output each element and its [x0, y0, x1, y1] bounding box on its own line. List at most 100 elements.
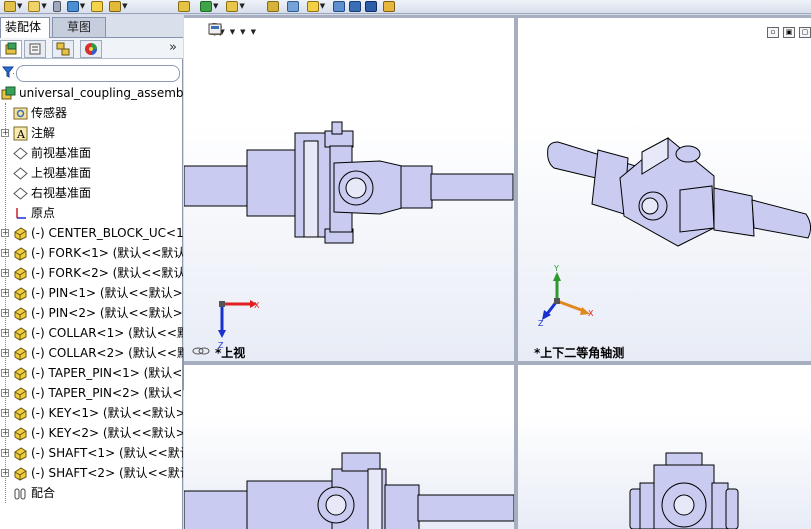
open-icon[interactable] [28, 0, 41, 12]
feature-manager-tab-icon[interactable] [0, 40, 22, 58]
viewport-right-view[interactable] [518, 365, 811, 529]
dropdown-arrow-icon[interactable]: ▼ [122, 1, 127, 11]
tree-item[interactable]: 前视基准面 [0, 143, 183, 163]
tree-item[interactable]: + (-) CENTER_BLOCK_UC<1 [0, 223, 183, 243]
expand-toggle-icon[interactable]: + [1, 429, 9, 437]
filter-icon[interactable] [2, 66, 14, 78]
feature-manager-panel: 装配体 草图 » universal_coupling_assembly 传感器 +… [0, 15, 190, 529]
tab-sketch[interactable]: 草图 [52, 17, 106, 37]
tree-item[interactable]: + (-) SHAFT<1> (默认<<默认 [0, 443, 183, 463]
tree-item[interactable]: 传感器 [0, 103, 183, 123]
part-icon [13, 246, 28, 261]
part-icon [13, 266, 28, 281]
dropdown-arrow-icon[interactable]: ▼ [17, 1, 22, 11]
tree-item[interactable]: + (-) KEY<1> (默认<<默认> [0, 403, 183, 423]
collar-right [384, 484, 420, 529]
toolbar-group-middle: ▼ ▼ ▼ [178, 0, 396, 12]
tree-item[interactable]: + (-) TAPER_PIN<1> (默认< [0, 363, 183, 383]
tree-item[interactable]: universal_coupling_assembly [0, 83, 183, 103]
mate-icon[interactable] [226, 0, 239, 12]
fork-right [679, 185, 715, 233]
filter-input[interactable] [16, 65, 180, 82]
section-icon[interactable] [365, 0, 378, 12]
graphics-area[interactable]: ▼ ▼ ▼ ▼ ▼ [184, 15, 811, 529]
tree-item[interactable]: 右视基准面 [0, 183, 183, 203]
print-icon[interactable] [109, 0, 122, 12]
tree-item-label: (-) CENTER_BLOCK_UC<1 [31, 226, 183, 240]
property-manager-tab-icon[interactable] [24, 40, 46, 58]
dropdown-arrow-icon[interactable]: ▼ [80, 1, 85, 11]
dropdown-arrow-icon[interactable]: ▼ [239, 1, 244, 11]
expand-toggle-icon[interactable]: + [1, 269, 9, 277]
tree-item-label: (-) KEY<1> (默认<<默认> [31, 406, 183, 420]
part-icon [13, 326, 28, 341]
shaft-left [184, 490, 249, 529]
collar-right [713, 187, 755, 237]
expand-toggle-icon[interactable]: + [1, 129, 9, 137]
viewport-trimetric-view[interactable]: ▫ ▣ ▢ Y X Z *上下二等角轴测 [518, 18, 811, 361]
tree-item[interactable]: + (-) FORK<1> (默认<<默认 [0, 243, 183, 263]
display-manager-tab-icon[interactable] [80, 40, 102, 58]
dropdown-arrow-icon[interactable]: ▼ [41, 1, 46, 11]
move-icon[interactable] [266, 0, 279, 12]
expand-toggle-icon[interactable]: + [1, 409, 9, 417]
toolbar-group-left: ▼ ▼ ▼ ▼ [4, 0, 128, 12]
tree-item[interactable]: 原点 [0, 203, 183, 223]
sketch-icon[interactable] [333, 0, 346, 12]
expand-toggle-icon[interactable]: + [1, 329, 9, 337]
tree-item[interactable]: 配合 [0, 483, 183, 503]
part-icon [13, 306, 28, 321]
plane-icon [13, 146, 28, 161]
tree-item-label: (-) FORK<1> (默认<<默认 [31, 246, 183, 260]
tree-item[interactable]: 上视基准面 [0, 163, 183, 183]
appearance-icon[interactable] [383, 0, 396, 12]
tree-item[interactable]: + (-) COLLAR<2> (默认<<默 [0, 343, 183, 363]
mates-icon [13, 486, 28, 501]
viewport-front-view[interactable] [184, 365, 514, 529]
tree-item[interactable]: + (-) PIN<1> (默认<<默认> [0, 283, 183, 303]
rebuild-icon[interactable] [52, 0, 61, 12]
expand-toggle-icon[interactable]: + [1, 389, 9, 397]
tree-item[interactable]: + A 注解 [0, 123, 183, 143]
expand-toggle-icon[interactable]: + [1, 349, 9, 357]
tree-item[interactable]: + (-) COLLAR<1> (默认<<默 [0, 323, 183, 343]
expand-toggle-icon[interactable]: + [1, 249, 9, 257]
tree-item-label: 前视基准面 [31, 146, 92, 160]
tree-item[interactable]: + (-) KEY<2> (默认<<默认> [0, 423, 183, 443]
component-icon[interactable] [178, 0, 190, 12]
triad-y-label: Y [553, 264, 559, 273]
tab-assembly[interactable]: 装配体 [0, 17, 50, 38]
tree-item[interactable]: + (-) FORK<2> (默认<<默认 [0, 263, 183, 283]
dropdown-arrow-icon[interactable]: ▼ [213, 1, 218, 11]
explode-icon[interactable] [306, 0, 319, 12]
save-icon[interactable] [91, 0, 104, 12]
tree-item[interactable]: + (-) PIN<2> (默认<<默认> [0, 303, 183, 323]
top-view-model: X Z [184, 121, 514, 355]
expand-toggle-icon[interactable]: + [1, 369, 9, 377]
expand-toggle-icon[interactable]: + [1, 309, 9, 317]
viewport-top-view[interactable]: ▼ ▼ ▼ ▼ ▼ [184, 18, 514, 361]
right-view-model [629, 452, 739, 529]
tree-item[interactable]: + (-) TAPER_PIN<2> (默认< [0, 383, 183, 403]
manager-icon-tabs: » [0, 37, 183, 59]
plane-icon [13, 186, 28, 201]
expand-toggle-icon[interactable]: + [1, 289, 9, 297]
configuration-manager-tab-icon[interactable] [52, 40, 74, 58]
measure-icon[interactable] [349, 0, 362, 12]
insert-icon[interactable] [200, 0, 212, 12]
expand-panel-icon[interactable]: » [169, 40, 177, 55]
expand-toggle-icon[interactable]: + [1, 449, 9, 457]
shaft-right [417, 494, 514, 522]
expand-toggle-icon[interactable]: + [1, 469, 9, 477]
smart-fastener-icon[interactable] [286, 0, 299, 12]
part-icon [13, 386, 28, 401]
options-icon[interactable] [66, 0, 79, 12]
sensor-icon [13, 106, 28, 121]
dropdown-arrow-icon[interactable]: ▼ [320, 1, 325, 11]
filter-row [0, 60, 183, 84]
new-icon[interactable] [4, 0, 16, 12]
tree-item[interactable]: + (-) SHAFT<2> (默认<<默认 [0, 463, 183, 483]
shaft-right [430, 173, 514, 201]
expand-toggle-icon[interactable]: + [1, 229, 9, 237]
link-views-icon[interactable] [192, 347, 210, 355]
